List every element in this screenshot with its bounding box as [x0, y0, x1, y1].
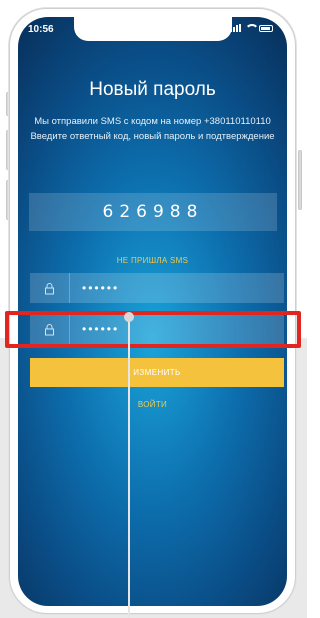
- resend-sms-link[interactable]: НЕ ПРИШЛА SMS: [18, 256, 287, 265]
- notch: [74, 17, 232, 41]
- login-link[interactable]: ВОЙТИ: [18, 400, 287, 409]
- change-password-button[interactable]: ИЗМЕНИТЬ: [30, 358, 284, 387]
- highlight-box: [5, 311, 301, 348]
- battery-icon: [259, 24, 273, 32]
- status-icons: [230, 24, 273, 32]
- instructions-text: Мы отправили SMS с кодом на номер +38011…: [30, 116, 275, 142]
- wifi-icon: [245, 24, 259, 32]
- sms-code-value: 626988: [102, 202, 204, 222]
- page-title: Новый пароль: [89, 79, 216, 100]
- new-password-field[interactable]: ••••••: [30, 273, 284, 303]
- change-password-label: ИЗМЕНИТЬ: [133, 368, 181, 377]
- drag-handle[interactable]: [124, 312, 134, 322]
- sms-code-input[interactable]: 626988: [29, 193, 277, 231]
- signal-icon: [230, 24, 241, 32]
- new-password-value: ••••••: [82, 281, 120, 295]
- status-time: 10:56: [28, 24, 54, 35]
- drag-line: [128, 316, 130, 618]
- lock-icon: [30, 273, 70, 303]
- power-button: [298, 150, 302, 210]
